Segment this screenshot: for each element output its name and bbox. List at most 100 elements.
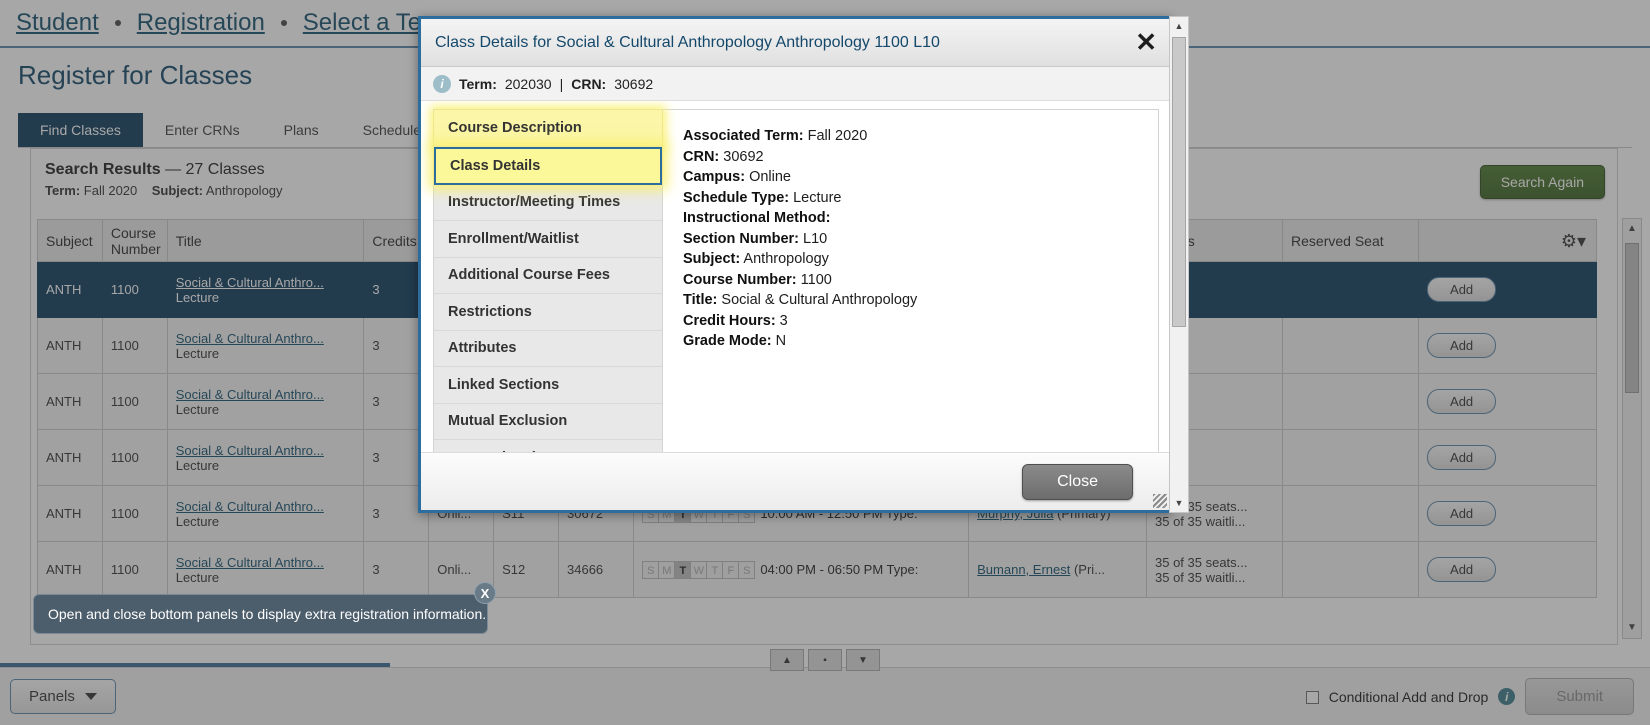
modal-menu-item-attributes[interactable]: Attributes [434, 331, 662, 368]
modal-menu-item-label: Instructor/Meeting Times [448, 194, 620, 210]
meeting-time-text: 04:00 PM - 06:50 PM Type: [760, 562, 918, 577]
cell-reserved-seat [1283, 318, 1419, 374]
detail-value: Online [745, 169, 791, 185]
term-label: Term: [45, 183, 80, 198]
page-up-button[interactable]: ▲ [770, 649, 804, 671]
course-title-link[interactable]: Social & Cultural Anthro... [176, 443, 356, 458]
course-title-link[interactable]: Social & Cultural Anthro... [176, 275, 356, 290]
day-box-2: T [674, 561, 691, 579]
scroll-up-arrow[interactable]: ▲ [1623, 219, 1641, 239]
cell-add: Add [1419, 542, 1597, 598]
cell-meeting-times: SMTWTFS04:00 PM - 06:50 PM Type: [634, 542, 969, 598]
conditional-add-drop-checkbox[interactable]: Conditional Add and Drop [1306, 689, 1488, 705]
add-button[interactable]: Add [1427, 445, 1496, 470]
modal-menu-item-instructor-meeting-times[interactable]: Instructor/Meeting Times [434, 185, 662, 222]
gear-icon[interactable]: ⚙▾ [1561, 231, 1586, 252]
close-icon[interactable]: ✕ [1135, 29, 1157, 55]
day-box-5: F [722, 561, 739, 579]
breadcrumb-item-registration[interactable]: Registration [137, 9, 265, 37]
scroll-down-arrow[interactable]: ▼ [1623, 618, 1641, 638]
tab-find-classes[interactable]: Find Classes [18, 113, 143, 147]
panels-button[interactable]: Panels [10, 679, 116, 714]
modal-menu-item-linked-sections[interactable]: Linked Sections [434, 367, 662, 404]
detail-label: Course Number: [683, 272, 797, 288]
search-results-dash: — [165, 161, 181, 178]
detail-row-subject: Subject: Anthropology [683, 249, 1158, 270]
modal-scroll-up-arrow[interactable]: ▲ [1170, 17, 1188, 35]
page-down-button[interactable]: ▼ [846, 649, 880, 671]
column-header-subject[interactable]: Subject [38, 220, 103, 262]
course-title-link[interactable]: Social & Cultural Anthro... [176, 331, 356, 346]
column-header-title[interactable]: Title [167, 220, 364, 262]
add-button[interactable]: Add [1427, 501, 1496, 526]
course-title-link[interactable]: Social & Cultural Anthro... [176, 499, 356, 514]
instructor-link[interactable]: Bumann, Ernest [977, 562, 1070, 577]
cell-subject: ANTH [38, 486, 103, 542]
modal-vertical-scrollbar[interactable]: ▲ ▼ [1169, 16, 1189, 513]
modal-menu-item-label: Enrollment/Waitlist [448, 231, 579, 247]
modal-menu-item-restrictions[interactable]: Restrictions [434, 294, 662, 331]
modal-menu-item-class-details[interactable]: Class Details [434, 147, 662, 185]
cell-subject: ANTH [38, 542, 103, 598]
info-icon[interactable]: i [1498, 688, 1515, 705]
page-indicator-button[interactable]: ▪ [808, 649, 842, 671]
modal-menu-item-label: Class Details [450, 158, 540, 174]
course-schedule-type: Lecture [176, 570, 356, 585]
column-header-reserved-seat[interactable]: Reserved Seat [1283, 220, 1419, 262]
breadcrumb-item-student[interactable]: Student [16, 9, 99, 37]
detail-label: Credit Hours: [683, 313, 776, 329]
submit-button[interactable]: Submit [1525, 678, 1634, 715]
pagination-controls[interactable]: ▲ ▪ ▼ [770, 649, 880, 671]
modal-title-bar: Class Details for Social & Cultural Anth… [421, 19, 1169, 67]
modal-crn-value: 30692 [614, 76, 653, 92]
modal-menu-item-cross-listed-courses[interactable]: Cross Listed Courses [434, 440, 662, 452]
tab-plans[interactable]: Plans [262, 113, 341, 147]
course-title-link[interactable]: Social & Cultural Anthro... [176, 387, 356, 402]
column-header-course-number[interactable]: Course Number [102, 220, 167, 262]
cell-subject: ANTH [38, 430, 103, 486]
modal-scrollbar-thumb[interactable] [1172, 37, 1186, 327]
cell-subject: ANTH [38, 262, 103, 318]
bottom-toolbar: Panels Conditional Add and Drop i Submit [0, 667, 1650, 725]
detail-value: N [772, 333, 787, 349]
modal-scroll-down-arrow[interactable]: ▼ [1170, 494, 1188, 512]
checkbox-box[interactable] [1306, 691, 1319, 704]
detail-value: 30692 [719, 149, 763, 165]
modal-menu-item-mutual-exclusion[interactable]: Mutual Exclusion [434, 404, 662, 441]
cell-subject: ANTH [38, 318, 103, 374]
day-box-4: T [706, 561, 723, 579]
modal-menu-item-enrollment-waitlist[interactable]: Enrollment/Waitlist [434, 221, 662, 258]
course-schedule-type: Lecture [176, 514, 356, 529]
results-vertical-scrollbar[interactable]: ▲ ▼ [1622, 218, 1642, 639]
detail-row-credit-hours: Credit Hours: 3 [683, 311, 1158, 332]
course-schedule-type: Lecture [176, 402, 356, 417]
detail-label: Associated Term: [683, 128, 804, 144]
search-again-button[interactable]: Search Again [1480, 165, 1605, 199]
chevron-down-icon [85, 693, 97, 700]
add-button[interactable]: Add [1427, 277, 1496, 302]
modal-menu-item-course-description[interactable]: Course Description [434, 110, 662, 147]
panels-button-label: Panels [29, 688, 75, 705]
breadcrumb-separator-dot [115, 20, 121, 26]
search-results-classes-word: Classes [208, 161, 265, 178]
detail-value: 1100 [797, 272, 832, 288]
modal-menu-item-label: Mutual Exclusion [448, 413, 567, 429]
cell-title: Social & Cultural Anthro...Lecture [167, 430, 364, 486]
modal-menu-item-additional-course-fees[interactable]: Additional Course Fees [434, 258, 662, 295]
scrollbar-thumb[interactable] [1625, 243, 1639, 393]
cell-title: Social & Cultural Anthro...Lecture [167, 374, 364, 430]
modal-subheader: i Term: 202030 | CRN: 30692 [421, 67, 1169, 101]
search-results-count: 27 [186, 161, 204, 178]
detail-label: CRN: [683, 149, 719, 165]
course-title-link[interactable]: Social & Cultural Anthro... [176, 555, 356, 570]
detail-row-section-number: Section Number: L10 [683, 229, 1158, 250]
modal-resize-grip[interactable] [1153, 494, 1167, 508]
table-row[interactable]: ANTH1100Social & Cultural Anthro...Lectu… [38, 542, 1597, 598]
tooltip-close-button[interactable]: X [474, 582, 496, 604]
cell-course-number: 1100 [102, 374, 167, 430]
modal-close-button[interactable]: Close [1022, 464, 1133, 500]
add-button[interactable]: Add [1427, 557, 1496, 582]
add-button[interactable]: Add [1427, 333, 1496, 358]
tab-enter-crns[interactable]: Enter CRNs [143, 113, 262, 147]
add-button[interactable]: Add [1427, 389, 1496, 414]
